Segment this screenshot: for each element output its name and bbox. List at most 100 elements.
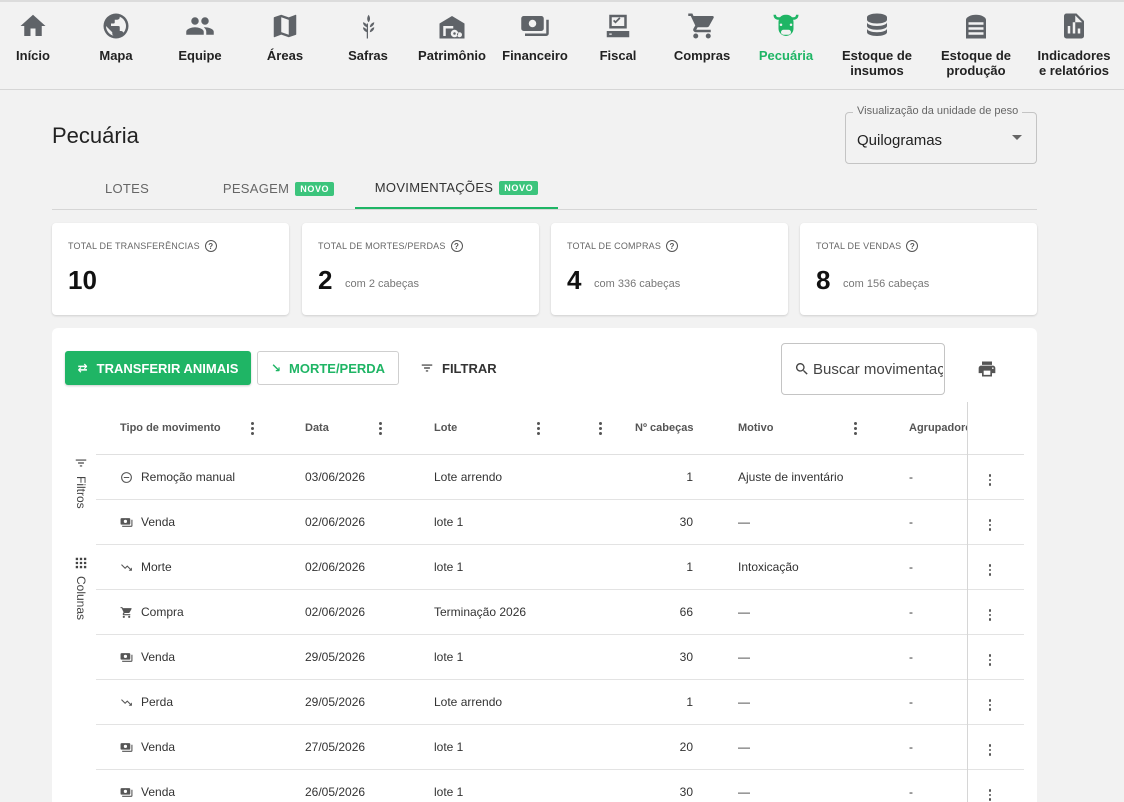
map-icon <box>269 10 301 42</box>
nav-item-safras[interactable]: Safras <box>346 10 390 63</box>
pinned-column-divider <box>967 402 968 802</box>
stat-card-vendas: TOTAL DE VENDAS? 8 com 156 cabeças <box>800 223 1037 315</box>
stat-value: 10 <box>68 265 97 295</box>
stat-value: 2 <box>318 265 333 295</box>
filter-button[interactable]: FILTRAR <box>420 351 497 385</box>
nav-item-mapa[interactable]: Mapa <box>96 10 136 63</box>
row-menu-icon[interactable] <box>986 653 994 667</box>
header-group[interactable]: Agrupadores <box>909 422 967 434</box>
nav-item-pecuaria[interactable]: Pecuária <box>758 10 814 63</box>
row-menu-icon[interactable] <box>986 743 994 757</box>
database-icon <box>861 10 893 42</box>
globe-icon <box>100 10 132 42</box>
weight-unit-label: Visualização da unidade de peso <box>853 105 1023 117</box>
filter-icon <box>421 364 433 372</box>
column-menu-icon[interactable] <box>532 419 544 437</box>
search-box[interactable] <box>781 343 945 395</box>
cart-icon <box>686 10 718 42</box>
column-menu-icon[interactable] <box>374 419 386 437</box>
stat-card-mortes-perdas: TOTAL DE MORTES/PERDAS? 2 com 2 cabeças <box>302 223 539 315</box>
nav-item-estoque-producao[interactable]: Estoque de produção <box>938 10 1014 78</box>
column-menu-icon[interactable] <box>849 419 861 437</box>
stat-sub: com 156 cabeças <box>843 278 930 290</box>
movements-table: Tipo de movimento Data Lote Nº cabeças M… <box>96 402 1024 802</box>
header-reason[interactable]: Motivo <box>738 422 773 434</box>
nav-item-financeiro[interactable]: Financeiro <box>502 10 568 63</box>
filter-icon <box>75 459 87 467</box>
nav-item-areas[interactable]: Áreas <box>265 10 305 63</box>
help-icon[interactable]: ? <box>450 240 463 252</box>
stat-value: 4 <box>567 265 582 295</box>
tab-lotes[interactable]: LOTES <box>52 168 202 209</box>
grid-icon <box>75 557 87 569</box>
search-input[interactable] <box>813 360 943 378</box>
wheat-icon <box>352 10 384 42</box>
columns-rail-button[interactable]: Colunas <box>72 556 90 620</box>
row-menu-icon[interactable] <box>986 698 994 712</box>
table-row[interactable]: Compra 02/06/2026 Terminação 2026 66 — - <box>96 590 1024 635</box>
nav-item-equipe[interactable]: Equipe <box>178 10 222 63</box>
row-menu-icon[interactable] <box>986 563 994 577</box>
cow-icon <box>770 10 802 42</box>
cash-icon <box>120 787 133 797</box>
header-heads[interactable]: Nº cabeças <box>635 422 693 434</box>
tractor-barn-icon <box>436 10 468 42</box>
nav-item-patrimonio[interactable]: Patrimônio <box>416 10 488 63</box>
report-icon <box>1058 10 1090 42</box>
header-type[interactable]: Tipo de movimento <box>120 422 221 434</box>
header-date[interactable]: Data <box>305 422 329 434</box>
search-icon <box>795 363 808 375</box>
print-button[interactable] <box>977 359 997 384</box>
stat-sub: com 336 cabeças <box>594 278 681 290</box>
cash-icon <box>120 652 133 662</box>
filters-rail-button[interactable]: Filtros <box>72 456 90 509</box>
table-row[interactable]: Venda 02/06/2026 lote 1 30 — - <box>96 500 1024 545</box>
table-row[interactable]: Morte 02/06/2026 lote 1 1 Intoxicação - <box>96 545 1024 590</box>
cash-icon <box>120 742 133 752</box>
money-icon <box>519 10 551 42</box>
fiscal-icon <box>602 10 634 42</box>
help-icon[interactable]: ? <box>666 240 679 252</box>
transfer-animals-button[interactable]: ⇄ TRANSFERIR ANIMAIS <box>65 351 251 385</box>
home-icon <box>17 10 49 42</box>
tab-pesagem[interactable]: PESAGEM NOVO <box>202 168 355 209</box>
top-navigation: Início Mapa Equipe Áreas Safras Patrimôn… <box>0 0 1124 90</box>
trending-down-icon: ↘ <box>270 361 281 375</box>
tab-movimentacoes[interactable]: MOVIMENTAÇÕES NOVO <box>355 168 558 209</box>
new-badge: NOVO <box>295 181 335 196</box>
help-icon[interactable]: ? <box>906 240 919 252</box>
stat-sub: com 2 cabeças <box>345 278 419 290</box>
table-row[interactable]: Venda 29/05/2026 lote 1 30 — - <box>96 635 1024 680</box>
new-badge: NOVO <box>499 180 539 195</box>
stat-card-compras: TOTAL DE COMPRAS? 4 com 336 cabeças <box>551 223 788 315</box>
column-menu-icon[interactable] <box>246 419 258 437</box>
people-icon <box>184 10 216 42</box>
table-row[interactable]: Venda 27/05/2026 lote 1 20 — - <box>96 725 1024 770</box>
cart-icon <box>120 606 132 618</box>
nav-item-fiscal[interactable]: Fiscal <box>598 10 638 63</box>
row-menu-icon[interactable] <box>986 518 994 532</box>
silo-icon <box>960 10 992 42</box>
column-menu-icon[interactable] <box>594 419 606 437</box>
table-row[interactable]: Remoção manual 03/06/2026 Lote arrendo 1… <box>96 455 1024 500</box>
help-icon[interactable]: ? <box>204 240 217 252</box>
trending-down-icon <box>121 563 132 571</box>
death-loss-button[interactable]: ↘ MORTE/PERDA <box>257 351 399 385</box>
table-row[interactable]: Venda 26/05/2026 lote 1 30 — - <box>96 770 1024 802</box>
nav-item-indicadores[interactable]: Indicadores e relatórios <box>1034 10 1114 78</box>
weight-unit-select[interactable]: Visualização da unidade de peso Quilogra… <box>845 105 1037 164</box>
nav-item-inicio[interactable]: Início <box>13 10 53 63</box>
cash-icon <box>120 517 133 527</box>
movements-panel: ⇄ TRANSFERIR ANIMAIS ↘ MORTE/PERDA FILTR… <box>52 328 1037 802</box>
swap-icon: ⇄ <box>77 361 88 375</box>
row-menu-icon[interactable] <box>986 608 994 622</box>
table-row[interactable]: Perda 29/05/2026 Lote arrendo 1 — - <box>96 680 1024 725</box>
nav-item-compras[interactable]: Compras <box>674 10 730 63</box>
trending-down-icon <box>121 698 132 706</box>
row-menu-icon[interactable] <box>986 788 994 802</box>
nav-item-estoque-insumos[interactable]: Estoque de insumos <box>840 10 914 78</box>
minus-circle-icon <box>121 471 132 483</box>
header-lot[interactable]: Lote <box>434 422 457 434</box>
row-menu-icon[interactable] <box>986 473 994 487</box>
page-title: Pecuária <box>52 123 139 148</box>
